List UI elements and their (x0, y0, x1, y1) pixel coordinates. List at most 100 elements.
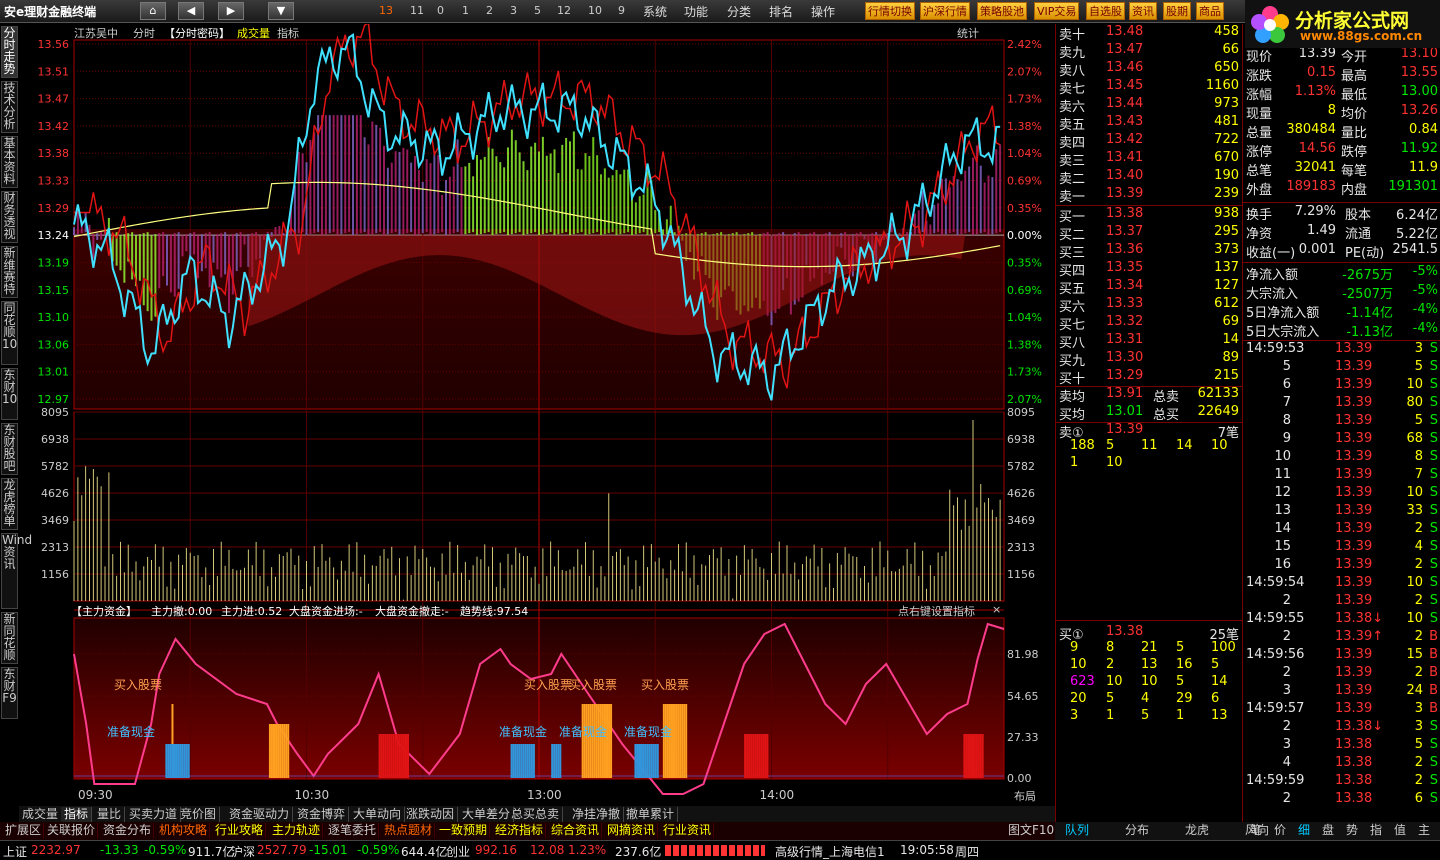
market-tab[interactable]: 12 (557, 4, 571, 17)
layout-button[interactable]: 布局 (1014, 788, 1036, 804)
left-tab[interactable]: 东财股吧 (1, 423, 18, 475)
tool-button[interactable]: 行业攻略 (213, 823, 267, 838)
market-tab[interactable]: 13 (379, 4, 393, 17)
bid-row[interactable]: 买二 13.37 295 (1056, 224, 1243, 243)
ask-row[interactable]: 卖四 13.42 722 (1056, 132, 1243, 151)
hs-quote-button[interactable]: 沪深行情 (920, 2, 970, 20)
detail-tab[interactable]: 指 (1370, 823, 1382, 838)
ind-close-icon[interactable]: × (992, 603, 1001, 616)
tool-button[interactable]: 网摘资讯 (605, 823, 659, 838)
bid-row[interactable]: 买五 13.34 127 (1056, 278, 1243, 297)
bid-row[interactable]: 买六 13.33 612 (1056, 296, 1243, 315)
ask-row[interactable]: 卖二 13.40 190 (1056, 168, 1243, 187)
ask-row[interactable]: 卖六 13.44 973 (1056, 96, 1243, 115)
ask-row[interactable]: 卖八 13.46 650 (1056, 60, 1243, 79)
side-tab[interactable]: 龙虎 (1185, 823, 1209, 838)
ask-row[interactable]: 卖九 13.47 66 (1056, 42, 1243, 61)
left-tab[interactable]: 东财F9 (1, 667, 18, 719)
ask-row[interactable]: 卖一 13.39 239 (1056, 186, 1243, 205)
detail-tab[interactable]: 盘 (1322, 823, 1334, 838)
detail-tab[interactable]: 笔 (1250, 823, 1262, 838)
tool-button[interactable]: 关联报价 (45, 823, 99, 838)
back-button[interactable]: ◀ (178, 2, 204, 20)
tool-button[interactable]: 行业资讯 (661, 823, 715, 838)
market-tab[interactable]: 0 (437, 4, 444, 17)
commodity-button[interactable]: 商品 (1196, 2, 1224, 20)
tool-button[interactable]: 经济指标 (493, 823, 547, 838)
menu-rank[interactable]: 排名 (769, 3, 793, 20)
menu-category[interactable]: 分类 (727, 3, 751, 20)
chart-tab[interactable]: 大单差分 (459, 807, 515, 823)
detail-tab[interactable]: 细 (1298, 823, 1310, 838)
ask-row[interactable]: 卖十 13.48 458 (1056, 24, 1243, 43)
detail-tab[interactable]: 值 (1394, 823, 1406, 838)
chart-tab-indicator[interactable]: 指标 (277, 25, 299, 41)
tool-button[interactable]: 资金分布 (101, 823, 155, 838)
tool-button[interactable]: 扩展区 (3, 823, 45, 838)
left-tab[interactable]: 新同花顺 (1, 612, 18, 664)
tool-button[interactable]: 主力轨迹 (270, 823, 324, 838)
side-tab[interactable]: 分布 (1125, 823, 1149, 838)
left-tab[interactable]: 基本资料 (1, 136, 18, 188)
left-tab[interactable]: 新维赛特 (1, 246, 18, 298)
left-tab[interactable]: 同花顺10 (1, 301, 18, 365)
menu-operate[interactable]: 操作 (811, 3, 835, 20)
tool-button[interactable]: 热点题材 (382, 823, 436, 838)
chart-tab[interactable]: 买卖力道 (126, 807, 182, 823)
bid-row[interactable]: 买一 13.38 938 (1056, 206, 1243, 225)
left-tab[interactable]: 技术分析 (1, 81, 18, 133)
left-tab[interactable]: 财务透视 (1, 191, 18, 243)
dropdown-button[interactable]: ▼ (268, 2, 294, 20)
watchlist-button[interactable]: 自选股 (1086, 2, 1125, 20)
chart-tab[interactable]: 量比 (94, 807, 126, 823)
bid-row[interactable]: 买九 13.30 89 (1056, 350, 1243, 369)
market-tab[interactable]: 1 (462, 4, 469, 17)
ask-row[interactable]: 卖七 13.45 1160 (1056, 78, 1243, 97)
stats-button[interactable]: 统计 (957, 25, 979, 41)
chart-tab-volume[interactable]: 成交量 (237, 25, 270, 41)
forward-button[interactable]: ▶ (218, 2, 244, 20)
tool-button[interactable]: 机构攻略 (157, 823, 211, 838)
market-tab[interactable]: 2 (486, 4, 493, 17)
tool-button[interactable]: 逐笔委托 (326, 823, 380, 838)
bid-row[interactable]: 买八 13.31 14 (1056, 332, 1243, 351)
market-tab[interactable]: 3 (510, 4, 517, 17)
ask-row[interactable]: 卖三 13.41 670 (1056, 150, 1243, 169)
chart-tab[interactable]: 净挂净撤 (569, 807, 625, 823)
quote-switch-button[interactable]: 行情切换 (865, 2, 915, 20)
bid-row[interactable]: 买四 13.35 137 (1056, 260, 1243, 279)
vip-trade-button[interactable]: VIP交易 (1034, 2, 1080, 20)
chart-tab[interactable]: 资金博弈 (294, 807, 350, 823)
chart-tab-intraday[interactable]: 分时 (133, 25, 155, 41)
left-tab[interactable]: 东财10 (1, 368, 18, 420)
detail-tab[interactable]: 价 (1274, 823, 1286, 838)
chart-canvas[interactable]: 13.56 2.42% 13.51 2.07% 13.47 1.73% 13.42 1.38%… (19, 24, 1055, 806)
futures-button[interactable]: 股期 (1163, 2, 1191, 20)
chart-tab[interactable]: 成交量 (19, 807, 63, 823)
detail-tab[interactable]: 势 (1346, 823, 1358, 838)
market-tab[interactable]: 5 (534, 4, 541, 17)
strategy-pool-button[interactable]: 策略股池 (977, 2, 1027, 20)
market-tab[interactable]: 10 (588, 4, 602, 17)
f10-button[interactable]: 图文F10 (1006, 823, 1058, 838)
chart-tab[interactable]: 总买总卖 (508, 807, 564, 823)
ind-settings-hint[interactable]: 点右键设置指标 (898, 603, 975, 619)
chart-tab[interactable]: 竞价图 (177, 807, 221, 823)
chart-tab[interactable]: 大单动向 (350, 807, 406, 823)
bid-row[interactable]: 买七 13.32 69 (1056, 314, 1243, 333)
menu-function[interactable]: 功能 (684, 3, 708, 20)
bid-row[interactable]: 买十 13.29 215 (1056, 368, 1243, 387)
menu-system[interactable]: 系统 (643, 3, 667, 20)
tool-button[interactable]: 综合资讯 (549, 823, 603, 838)
chart-tab-secret[interactable]: 【分时密码】 (164, 25, 230, 41)
intraday-chart[interactable]: 13.56 2.42% 13.51 2.07% 13.47 1.73% 13.42 1.38%… (19, 24, 1055, 814)
chart-tab[interactable]: 指标 (61, 807, 93, 823)
home-button[interactable]: ⌂ (140, 2, 166, 20)
bid-row[interactable]: 买三 13.36 373 (1056, 242, 1243, 261)
left-tab[interactable]: 龙虎榜单 (1, 478, 18, 530)
chart-tab[interactable]: 涨跌动因 (403, 807, 459, 823)
side-tab[interactable]: 队列 (1065, 823, 1089, 838)
detail-tab[interactable]: 主 (1418, 823, 1430, 838)
market-tab[interactable]: 11 (410, 4, 424, 17)
left-tab[interactable]: Wind资讯 (1, 533, 32, 609)
